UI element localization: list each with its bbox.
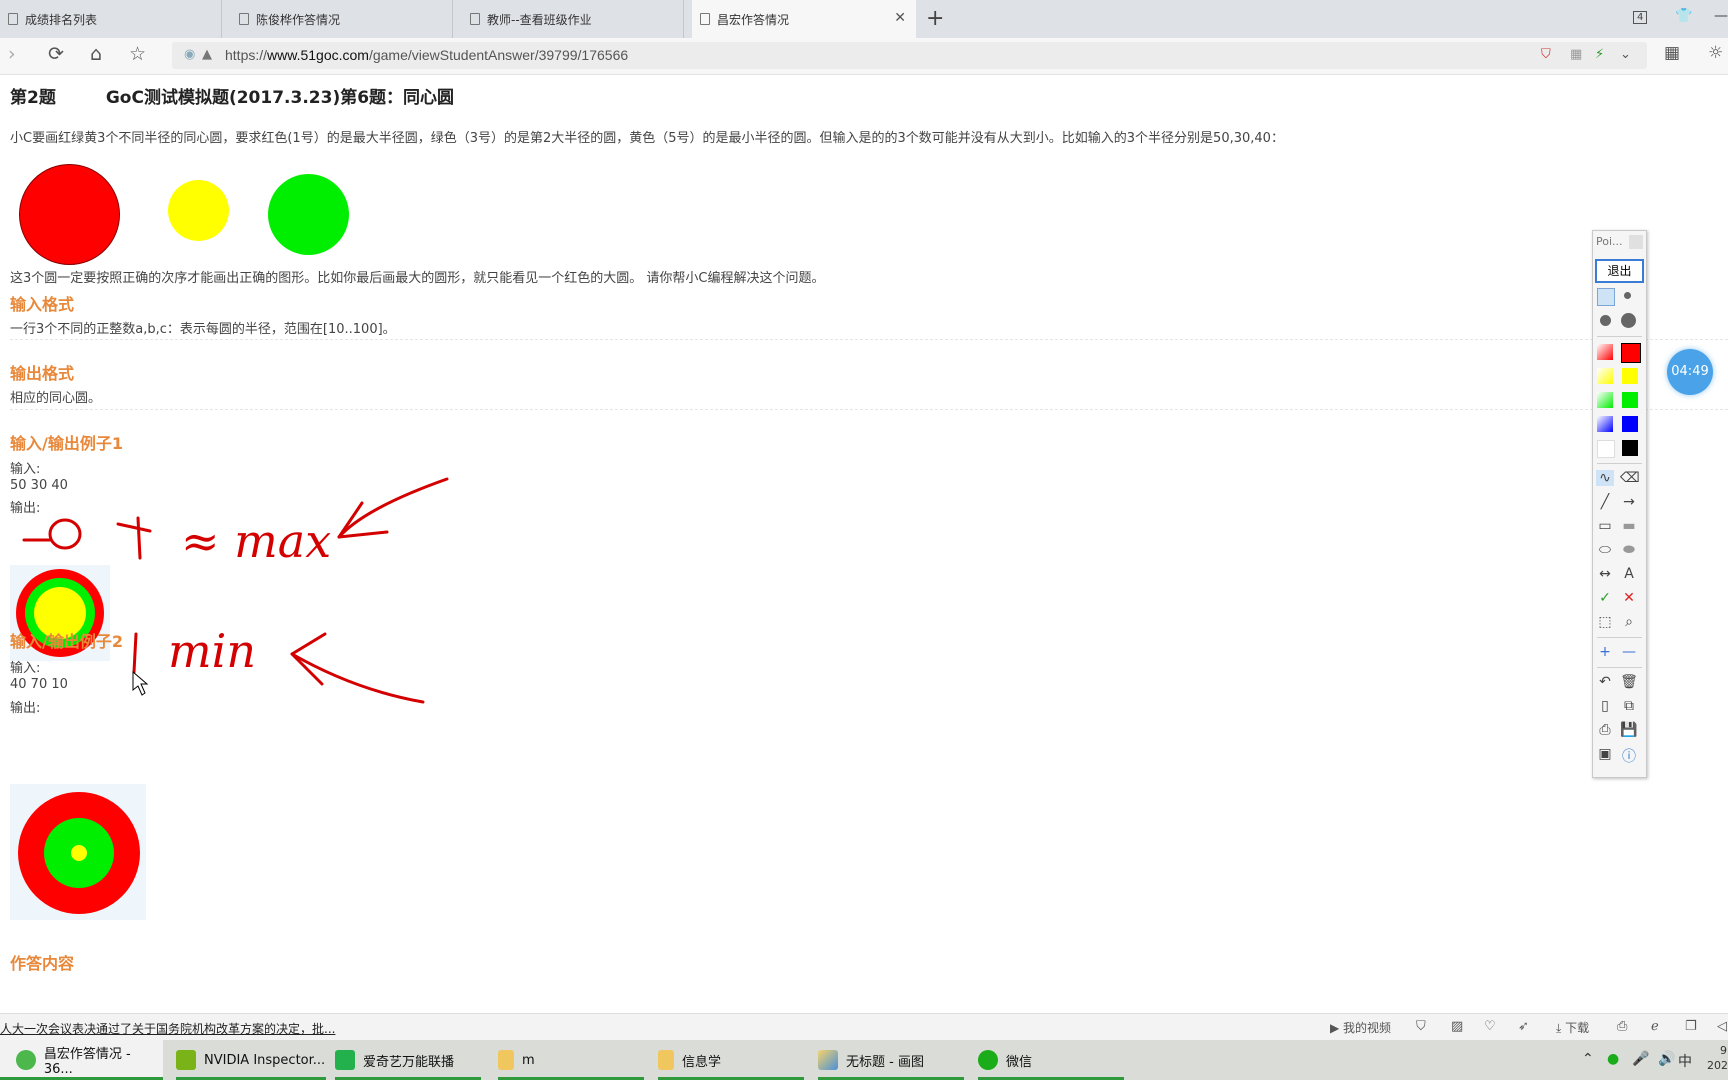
pen-color-yellow[interactable]: [1622, 368, 1638, 384]
new-page-icon[interactable]: ▯: [1596, 698, 1614, 714]
pen-size-xlarge[interactable]: [1621, 313, 1636, 328]
news-ticker-link[interactable]: 人大一次会议表决通过了关于国务院机构改革方案的决定，批...: [0, 1020, 335, 1037]
divider: [1597, 336, 1642, 337]
freehand-icon[interactable]: ∿: [1596, 470, 1614, 486]
taskbar-item-paint[interactable]: 无标题 - 画图: [818, 1040, 964, 1080]
exit-button[interactable]: 退出: [1595, 259, 1644, 283]
image-icon[interactable]: ▨: [1451, 1019, 1463, 1034]
undo-icon[interactable]: ↶: [1596, 674, 1614, 690]
copy-icon[interactable]: ⧉: [1620, 698, 1638, 714]
clock[interactable]: 9 202: [1707, 1043, 1728, 1073]
ink-bar-mark: [132, 632, 138, 674]
pen-color-white[interactable]: [1597, 440, 1615, 458]
pen-size-small[interactable]: [1597, 288, 1615, 306]
arrow-icon[interactable]: →: [1620, 494, 1638, 510]
ink-cross-stroke: [116, 522, 152, 533]
divider: [1597, 667, 1642, 668]
taskbar-item-iqiyi[interactable]: 爱奇艺万能联播: [335, 1040, 481, 1080]
trash-icon[interactable]: 🗑: [1620, 674, 1638, 690]
heart-icon[interactable]: ♡: [1484, 1019, 1496, 1034]
rocket-icon[interactable]: ➶: [1518, 1019, 1529, 1034]
download-button[interactable]: ⤓ 下载: [1556, 1019, 1589, 1036]
minus-icon[interactable]: —: [1620, 644, 1638, 660]
print-icon[interactable]: ⎙: [1596, 722, 1614, 738]
windows-taskbar: 昌宏作答情况 - 36... NVIDIA Inspector... 爱奇艺万能…: [0, 1040, 1728, 1080]
tray-chevron-up-icon[interactable]: ⌃: [1582, 1051, 1594, 1067]
pen-toolbar-minimize[interactable]: [1629, 235, 1643, 249]
highlighter-red[interactable]: [1597, 344, 1613, 360]
sound-icon[interactable]: ◁: [1717, 1019, 1727, 1034]
highlighter-yellow[interactable]: [1597, 368, 1613, 384]
iqiyi-icon: [335, 1050, 355, 1070]
browser-icon: [16, 1050, 36, 1070]
pen-color-green[interactable]: [1622, 392, 1638, 408]
highlighter-blue[interactable]: [1597, 416, 1613, 432]
floating-timer[interactable]: 04:49: [1667, 349, 1713, 395]
filled-ellipse-icon[interactable]: ⬬: [1620, 542, 1638, 558]
cross-icon[interactable]: ✕: [1620, 590, 1638, 606]
ink-arrow-min: [290, 652, 425, 704]
volume-icon[interactable]: 🔊: [1658, 1051, 1675, 1067]
taskbar-item-browser[interactable]: 昌宏作答情况 - 36...: [0, 1040, 163, 1080]
paint-icon: [818, 1050, 838, 1070]
ink-arrowhead-min: [290, 632, 327, 686]
pen-color-black[interactable]: [1622, 440, 1638, 456]
tray-wechat-icon[interactable]: ●: [1607, 1051, 1619, 1067]
pen-color-blue[interactable]: [1622, 416, 1638, 432]
plus-icon[interactable]: +: [1596, 644, 1614, 660]
taskbar-item-wechat[interactable]: 微信: [978, 1040, 1124, 1080]
ink-annotations: ≈ max min: [22, 477, 449, 704]
wechat-icon: [978, 1050, 998, 1070]
screenshot-icon[interactable]: ▣: [1596, 746, 1614, 762]
taskbar-item-nvidia[interactable]: NVIDIA Inspector...: [176, 1040, 326, 1080]
ie-icon[interactable]: ℯ: [1651, 1019, 1659, 1034]
printer-icon[interactable]: ⎙: [1617, 1019, 1627, 1034]
rectangle-icon[interactable]: ▭: [1596, 518, 1614, 534]
mouse-cursor-icon: [132, 670, 149, 696]
eraser-icon[interactable]: ⌫: [1620, 470, 1640, 486]
filled-rectangle-icon[interactable]: ▬: [1620, 518, 1638, 534]
zoom-icon[interactable]: ⌕: [1620, 614, 1638, 630]
check-icon[interactable]: ✓: [1596, 590, 1614, 606]
highlighter-green[interactable]: [1597, 392, 1613, 408]
ink-cross-stroke: [136, 516, 142, 560]
double-arrow-icon[interactable]: ↔: [1596, 566, 1614, 582]
divider: [1597, 463, 1642, 464]
pen-color-red[interactable]: [1621, 343, 1641, 363]
pen-toolbar-title: Poi...: [1596, 235, 1623, 248]
ink-circle-mark: [48, 518, 82, 550]
browser-status-bar: 人大一次会议表决通过了关于国务院机构改革方案的决定，批... ▶ 我的视频 ⛉ …: [0, 1013, 1728, 1041]
pen-toolbar: Poi... 退出 ∿ ⌫ ╱ → ▭ ▬ ⬭ ⬬ ↔ A ✓ ✕ ⬚ ⌕ + …: [1592, 230, 1647, 778]
nvidia-icon: [176, 1050, 196, 1070]
window-icon[interactable]: ❐: [1685, 1019, 1697, 1034]
ellipse-icon[interactable]: ⬭: [1596, 542, 1614, 558]
line-icon[interactable]: ╱: [1596, 494, 1614, 510]
ink-text-min: min: [168, 624, 256, 678]
ink-text-max: ≈ max: [181, 514, 331, 568]
ime-indicator[interactable]: 中: [1678, 1051, 1692, 1071]
shield-icon[interactable]: ⛉: [1416, 1019, 1426, 1034]
microphone-icon[interactable]: 🎤: [1632, 1051, 1649, 1067]
pen-size-large[interactable]: [1600, 315, 1611, 326]
pen-size-medium[interactable]: [1624, 292, 1631, 299]
crop-icon[interactable]: ⬚: [1596, 614, 1614, 630]
folder-icon: [658, 1050, 674, 1070]
text-icon[interactable]: A: [1620, 566, 1638, 582]
divider: [1597, 637, 1642, 638]
my-video-button[interactable]: ▶ 我的视频: [1330, 1019, 1391, 1036]
info-icon[interactable]: ⓘ: [1620, 746, 1638, 766]
taskbar-item-folder-m[interactable]: m: [498, 1040, 644, 1080]
ink-arrow-max: [337, 477, 449, 539]
folder-icon: [498, 1050, 514, 1070]
taskbar-item-folder-informatics[interactable]: 信息学: [658, 1040, 804, 1080]
save-icon[interactable]: 💾: [1620, 722, 1638, 738]
